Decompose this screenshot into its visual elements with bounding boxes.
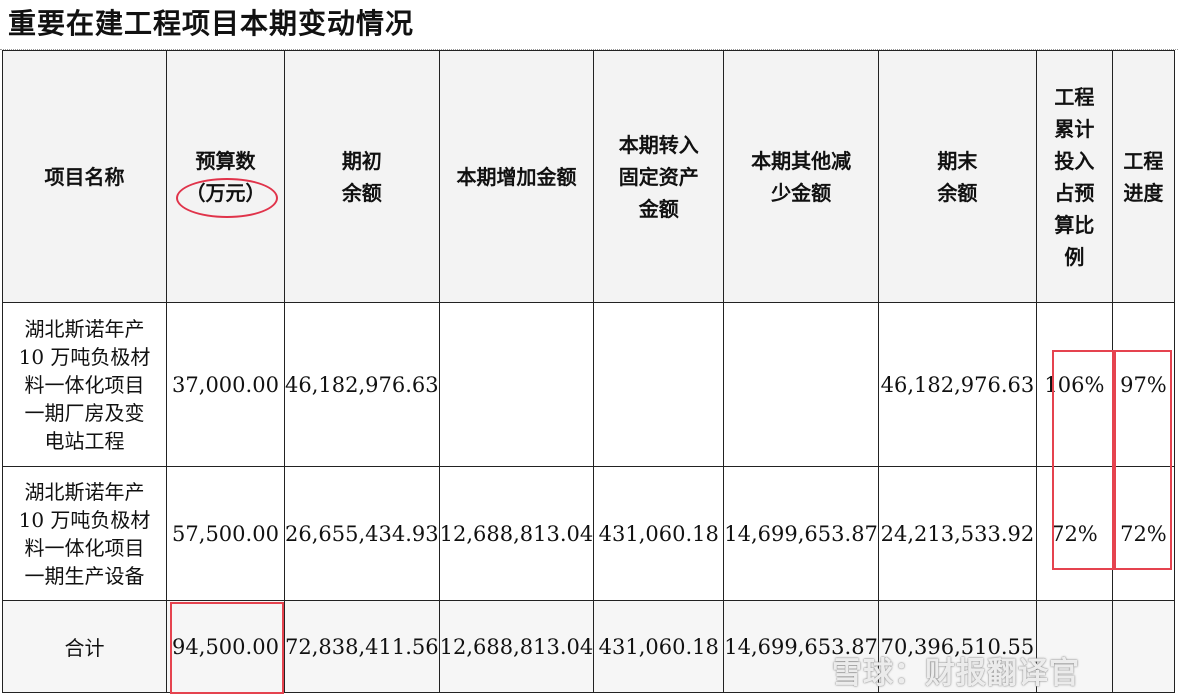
page-title: 重要在建工程项目本期变动情况	[8, 7, 415, 40]
transfer-cell: 431,060.18	[593, 466, 725, 601]
project-name-cell: 湖北斯诺年产 10 万吨负极材 料一体化项目 一期厂房及变 电站工程	[2, 302, 167, 467]
construction-table: 项目名称 预算数 （万元） 期初 余额 本期增加金额 本期转入 固定资产 金额 …	[2, 50, 1175, 693]
closing-balance-cell: 24,213,533.92	[877, 466, 1037, 601]
header-closing-balance: 期末 余额	[877, 50, 1037, 303]
watermark: 雪球：财报翻译官	[832, 656, 1080, 691]
progress-highlight-box	[1112, 350, 1172, 570]
total-transfer-cell: 431,060.18	[593, 600, 725, 693]
header-budget: 预算数 （万元）	[166, 50, 285, 303]
total-budget-highlight-box	[170, 602, 284, 694]
header-other-decrease: 本期其他减 少金额	[723, 50, 879, 303]
transfer-cell	[593, 302, 725, 467]
header-investment-ratio: 工程 累计 投入 占预 算比 例	[1035, 50, 1113, 303]
header-name: 项目名称	[2, 50, 167, 303]
total-increase-cell: 12,688,813.04	[438, 600, 595, 693]
budget-cell: 37,000.00	[166, 302, 285, 467]
header-row: 项目名称 预算数 （万元） 期初 余额 本期增加金额 本期转入 固定资产 金额 …	[2, 50, 1175, 303]
header-increase: 本期增加金额	[438, 50, 595, 303]
table-row: 湖北斯诺年产 10 万吨负极材 料一体化项目 一期生产设备 57,500.00 …	[2, 466, 1175, 601]
decrease-cell	[723, 302, 879, 467]
header-opening-balance: 期初 余额	[284, 50, 440, 303]
budget-cell: 57,500.00	[166, 466, 285, 601]
opening-balance-cell: 26,655,434.93	[284, 466, 440, 601]
closing-balance-cell: 46,182,976.63	[877, 302, 1037, 467]
project-name-cell: 湖北斯诺年产 10 万吨负极材 料一体化项目 一期生产设备	[2, 466, 167, 601]
table-row: 湖北斯诺年产 10 万吨负极材 料一体化项目 一期厂房及变 电站工程 37,00…	[2, 302, 1175, 467]
budget-unit-highlight-ellipse	[176, 178, 278, 218]
header-progress: 工程 进度	[1111, 50, 1175, 303]
total-opening-cell: 72,838,411.56	[284, 600, 440, 693]
total-progress-cell	[1111, 600, 1175, 693]
total-label: 合计	[2, 600, 167, 693]
ratio-highlight-box	[1052, 350, 1116, 570]
increase-cell: 12,688,813.04	[438, 466, 595, 601]
opening-balance-cell: 46,182,976.63	[284, 302, 440, 467]
increase-cell	[438, 302, 595, 467]
decrease-cell: 14,699,653.87	[723, 466, 879, 601]
header-transfer-fixed-assets: 本期转入 固定资产 金额	[593, 50, 725, 303]
